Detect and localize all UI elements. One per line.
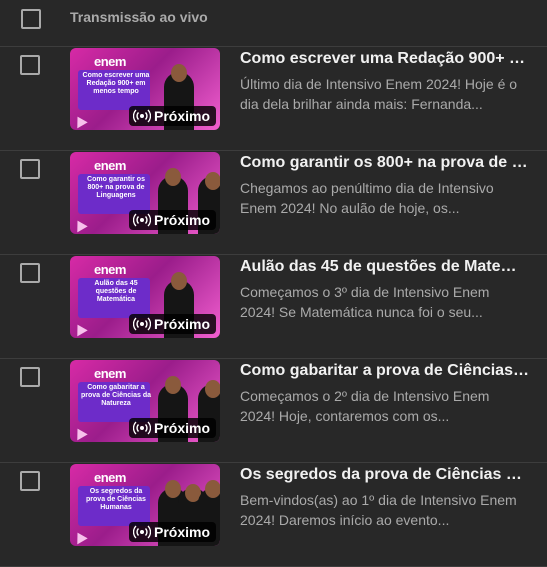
video-description: Bem-vindos(as) ao 1º dia de Intensivo En…: [240, 492, 517, 528]
row-checkbox[interactable]: [20, 55, 40, 75]
thumbnail-caption-text: Aulão das 45 questões de Matemática: [94, 280, 138, 303]
upcoming-badge-label: Próximo: [153, 420, 210, 436]
live-broadcast-icon: [132, 525, 151, 539]
upcoming-badge-label: Próximo: [153, 316, 210, 332]
live-broadcast-icon: [132, 109, 151, 123]
video-title[interactable]: Aulão das 45 de questões de Matemá...: [240, 258, 530, 276]
video-thumbnail[interactable]: enem Como escrever uma Redação 900+ em me…: [70, 48, 220, 130]
presenter-head: [165, 168, 181, 186]
video-thumbnail[interactable]: enem Como gabaritar a prova de Ciências d…: [70, 360, 220, 442]
video-thumbnail[interactable]: enem Como garantir os 800+ na prova de Li…: [70, 152, 220, 234]
thumbnail-caption-text: Como escrever uma Redação 900+ em menos …: [82, 72, 150, 95]
video-title[interactable]: Os segredos da prova de Ciências Hu...: [240, 466, 530, 484]
live-broadcast-icon: [132, 213, 151, 227]
video-thumbnail[interactable]: enem Aulão das 45 questões de Matemática P…: [70, 256, 220, 338]
presenter-head: [205, 172, 220, 190]
thumbnail-logo: enem: [94, 366, 126, 381]
row-checkbox[interactable]: [20, 159, 40, 179]
cursor-icon: [72, 217, 88, 233]
upcoming-badge-label: Próximo: [153, 524, 210, 540]
video-description: Chegamos ao penúltimo dia de Intensivo E…: [240, 180, 494, 216]
presenter-head: [165, 376, 181, 394]
thumbnail-caption-text: Os segredos da prova de Ciências Humanas: [86, 488, 146, 511]
upcoming-badge: Próximo: [128, 522, 216, 542]
video-list-item[interactable]: enem Aulão das 45 questões de Matemática P…: [0, 254, 547, 359]
presenter-head: [171, 64, 187, 82]
upcoming-badge: Próximo: [128, 314, 216, 334]
video-list-item[interactable]: enem Como gabaritar a prova de Ciências d…: [0, 358, 547, 463]
video-description: Começamos o 3º dia de Intensivo Enem 202…: [240, 284, 490, 320]
video-list-item[interactable]: enem Como escrever uma Redação 900+ em me…: [0, 46, 547, 151]
upcoming-badge: Próximo: [128, 418, 216, 438]
video-list-item[interactable]: enem Os segredos da prova de Ciências Hum…: [0, 462, 547, 567]
thumbnail-logo: enem: [94, 470, 126, 485]
video-list-item[interactable]: enem Como garantir os 800+ na prova de Li…: [0, 150, 547, 255]
cursor-icon: [72, 529, 88, 545]
video-description: Último dia de Intensivo Enem 2024! Hoje …: [240, 76, 518, 112]
upcoming-badge: Próximo: [128, 106, 216, 126]
presenter-head: [171, 272, 187, 290]
cursor-icon: [72, 425, 88, 441]
list-header: Transmissão ao vivo: [0, 0, 547, 47]
presenter-head: [205, 480, 220, 498]
row-checkbox[interactable]: [20, 471, 40, 491]
cursor-icon: [72, 321, 88, 337]
header-label: Transmissão ao vivo: [70, 9, 208, 25]
row-checkbox[interactable]: [20, 367, 40, 387]
live-broadcast-icon: [132, 421, 151, 435]
video-title[interactable]: Como gabaritar a prova de Ciências d...: [240, 362, 530, 380]
thumbnail-logo: enem: [94, 158, 126, 173]
upcoming-badge-label: Próximo: [153, 212, 210, 228]
video-thumbnail[interactable]: enem Os segredos da prova de Ciências Hum…: [70, 464, 220, 546]
thumbnail-caption-text: Como gabaritar a prova de Ciências da Na…: [80, 384, 152, 407]
select-all-checkbox[interactable]: [21, 9, 41, 29]
cursor-icon: [72, 113, 88, 129]
thumbnail-logo: enem: [94, 54, 126, 69]
video-title[interactable]: Como escrever uma Redação 900+ e...: [240, 50, 530, 68]
video-description: Começamos o 2º dia de Intensivo Enem 202…: [240, 388, 490, 424]
thumbnail-logo: enem: [94, 262, 126, 277]
row-checkbox[interactable]: [20, 263, 40, 283]
upcoming-badge: Próximo: [128, 210, 216, 230]
live-broadcast-icon: [132, 317, 151, 331]
video-title[interactable]: Como garantir os 800+ na prova de Li...: [240, 154, 530, 172]
upcoming-badge-label: Próximo: [153, 108, 210, 124]
presenter-head: [205, 380, 220, 398]
thumbnail-caption-text: Como garantir os 800+ na prova de Lingua…: [87, 176, 145, 199]
